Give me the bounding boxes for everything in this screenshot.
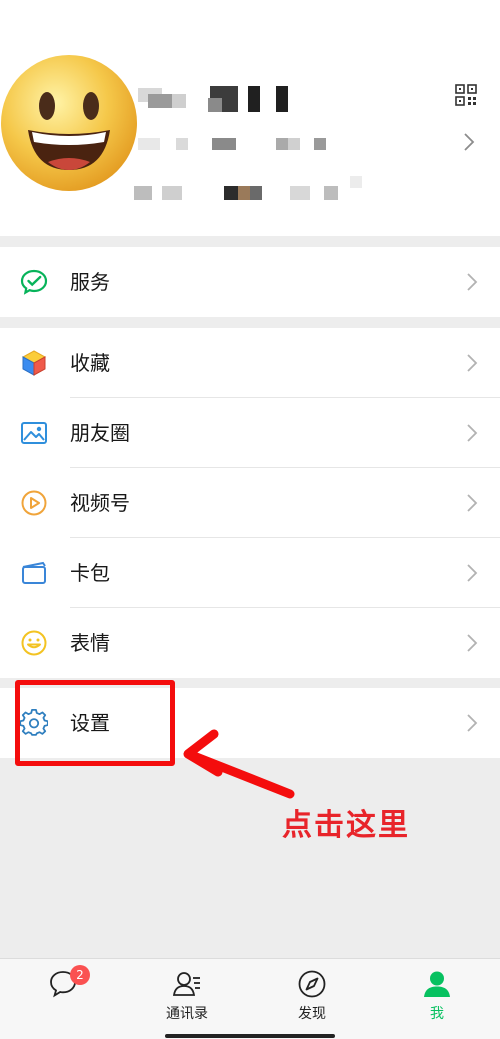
chevron-right-icon <box>467 494 478 512</box>
status-mosaic <box>124 176 364 204</box>
name-mosaic <box>138 84 298 116</box>
tab-contacts[interactable]: 通讯录 <box>142 959 232 1039</box>
menu-item-label: 视频号 <box>70 491 130 515</box>
tab-me[interactable]: 我 <box>392 959 482 1039</box>
annotation-arrow <box>183 729 295 799</box>
chevron-right-icon <box>467 714 478 732</box>
annotation-text: 点击这里 <box>282 808 410 843</box>
wechat-id-mosaic <box>138 136 338 152</box>
profile-header[interactable] <box>0 0 500 236</box>
highlight-box <box>15 680 175 766</box>
menu-item-favorites[interactable]: 收藏 <box>0 328 500 398</box>
tab-label: 通讯录 <box>166 1006 208 1022</box>
menu-item-label: 服务 <box>70 270 110 294</box>
smiley-icon <box>21 630 47 656</box>
unread-badge: 2 <box>70 965 90 985</box>
card-icon <box>22 561 46 584</box>
menu-group-services: 服务 <box>0 247 500 317</box>
menu-item-label: 收藏 <box>70 351 110 375</box>
menu-item-channels[interactable]: 视频号 <box>0 468 500 538</box>
qr-code-icon[interactable] <box>455 84 477 106</box>
menu-item-services[interactable]: 服务 <box>0 247 500 317</box>
menu-group-main: 收藏 朋友圈 视频号 卡包 表情 <box>0 328 500 678</box>
menu-item-label: 卡包 <box>70 561 110 585</box>
cube-icon <box>21 350 47 376</box>
menu-item-label: 表情 <box>70 631 110 655</box>
home-indicator <box>165 1034 335 1038</box>
chevron-right-icon <box>467 273 478 291</box>
compass-icon <box>298 970 326 998</box>
person-icon <box>424 971 450 997</box>
bottom-tab-bar: 2 通讯录 发现 我 <box>0 958 500 1039</box>
chevron-right-icon <box>467 424 478 442</box>
avatar[interactable] <box>0 54 138 192</box>
chevron-right-icon <box>467 564 478 582</box>
image-icon <box>21 422 47 444</box>
tab-chats[interactable]: 2 <box>18 959 108 1039</box>
contacts-icon <box>172 972 200 996</box>
menu-item-card-wallet[interactable]: 卡包 <box>0 538 500 608</box>
chevron-right-icon <box>467 634 478 652</box>
tab-discover[interactable]: 发现 <box>267 959 357 1039</box>
menu-item-label: 朋友圈 <box>70 421 130 445</box>
tab-label: 我 <box>430 1006 444 1022</box>
wechat-pay-icon <box>20 269 48 295</box>
chevron-right-icon <box>464 133 475 151</box>
menu-item-moments[interactable]: 朋友圈 <box>0 398 500 468</box>
menu-item-stickers[interactable]: 表情 <box>0 608 500 678</box>
tab-label: 发现 <box>298 1006 326 1022</box>
chevron-right-icon <box>467 354 478 372</box>
play-circle-icon <box>21 490 47 516</box>
